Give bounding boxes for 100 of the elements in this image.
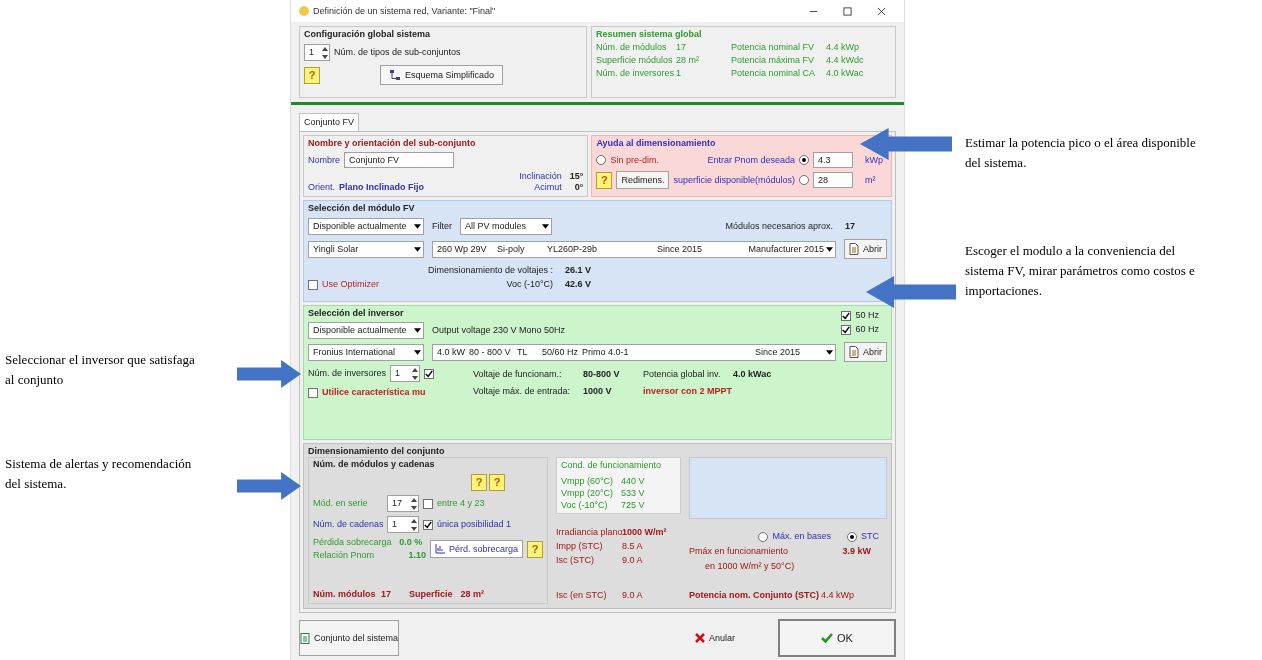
- diagram-icon: [389, 69, 401, 81]
- summary-label: Potencia nominal CA: [731, 68, 817, 79]
- pmax-value: 3.9 kW: [842, 546, 871, 557]
- checkbox[interactable]: [423, 519, 433, 530]
- summary-label: Potencia nominal FV: [731, 42, 816, 53]
- section-title: Nombre y orientación del sub-conjunto: [308, 138, 477, 149]
- help-button[interactable]: ?: [596, 171, 613, 189]
- summary-label: Núm. de módulos: [596, 42, 668, 53]
- radio-button[interactable]: [596, 155, 607, 165]
- summary-value: 17: [676, 42, 687, 53]
- field-label: Voc (-10°C): [561, 500, 609, 511]
- series-spinner[interactable]: 17: [387, 495, 419, 512]
- inverter-count-spinner[interactable]: 1: [390, 365, 421, 382]
- resize-button[interactable]: Redimens.: [616, 171, 670, 189]
- summary-value: 4.0 kWac: [826, 68, 865, 79]
- arrow-icon: [237, 360, 301, 388]
- cross-icon: [695, 633, 705, 643]
- field-label: Voltaje máx. de entrada:: [473, 386, 572, 398]
- field-label: Núm. de tipos de sub-conjuntos: [334, 47, 461, 58]
- radio-button[interactable]: [799, 155, 809, 165]
- radio-button[interactable]: [847, 531, 857, 542]
- document-icon: [849, 346, 859, 358]
- caret-icon: [414, 224, 421, 229]
- option-label: Utilice característica mu: [322, 387, 426, 398]
- overload-value: 0.0 %: [399, 537, 424, 548]
- modules-value: 17: [381, 589, 392, 600]
- field-label: Núm. de inversores: [308, 368, 387, 379]
- field-label: Filter: [432, 221, 452, 232]
- power-field[interactable]: 4.3: [813, 152, 853, 168]
- checkmark-icon: [821, 633, 834, 643]
- frequency-label: 50 Hz: [855, 310, 879, 321]
- output-voltage-text: Output voltage 230 V Mono 50Hz: [432, 325, 566, 336]
- strings-spinner[interactable]: 1: [387, 516, 419, 533]
- radio-button[interactable]: [758, 531, 769, 542]
- area-field[interactable]: 28: [813, 172, 853, 188]
- frequency-label: 60 Hz: [855, 324, 879, 335]
- field-label: Núm. de cadenas: [313, 519, 383, 530]
- help-button[interactable]: ?: [489, 474, 505, 491]
- orientation-value: Plano Inclinado Fijo: [339, 182, 425, 193]
- clipboard-icon: [300, 632, 310, 644]
- checkbox[interactable]: [841, 310, 852, 321]
- caret-icon: [414, 246, 421, 252]
- chart-icon: [434, 544, 445, 554]
- annotation-text: Seleccionar el inversor que satisfaga al conjunto: [5, 351, 196, 389]
- radio-button[interactable]: [799, 175, 809, 185]
- help-button[interactable]: ?: [304, 66, 320, 84]
- caret-icon: [826, 349, 833, 355]
- summary-value: 28 m²: [676, 55, 700, 66]
- overload-button[interactable]: Pérd. sobrecarga: [429, 540, 523, 558]
- availability-dropdown[interactable]: Disponible actualmente: [308, 322, 424, 339]
- option-label: Use Optimizer: [322, 279, 379, 290]
- section-title: Ayuda al dimensionamiento: [596, 138, 717, 149]
- field-label: Nombre: [308, 154, 340, 166]
- option-label: superficie disponible(módulos): [673, 174, 795, 186]
- checkbox[interactable]: [308, 279, 318, 290]
- summary-label: Potencia máxima FV: [731, 55, 816, 66]
- filter-dropdown[interactable]: All PV modules: [460, 218, 552, 235]
- checkbox[interactable]: [423, 498, 433, 509]
- irradiance-value: 1000 W/m²: [622, 527, 668, 538]
- window-title: Definición de un sistema red, Variante: "Final": [313, 5, 496, 17]
- checkbox[interactable]: [308, 387, 318, 398]
- annotation-text: Estimar la potencia pico o el área disponible del sistema.: [965, 134, 1197, 172]
- summary-value: 4.4 kWdc: [826, 55, 865, 66]
- field-label: Potencia nom. Conjunto (STC): [689, 590, 819, 601]
- field-label: Vmpp (60°C): [561, 476, 615, 487]
- option-label: Máx. en bases: [772, 531, 831, 542]
- option-label: Entrar Pnom deseada: [707, 154, 795, 166]
- caret-icon: [414, 328, 421, 333]
- field-label: Pmáx en funcionamiento: [689, 546, 789, 557]
- field-label: Núm. módulos: [313, 589, 373, 600]
- cancel-button[interactable]: Anular: [660, 620, 770, 656]
- condition-value: 440 V: [621, 476, 646, 487]
- availability-dropdown[interactable]: Disponible actualmente: [308, 218, 424, 235]
- azimuth-value: 0°: [573, 182, 584, 193]
- field-label: Dimensionamiento de voltajes :: [428, 265, 554, 276]
- stat-value: 80-800 V: [583, 369, 621, 381]
- manufacturer-dropdown[interactable]: Yingli Solar: [308, 240, 424, 258]
- help-button[interactable]: ?: [527, 540, 543, 558]
- help-button[interactable]: ?: [471, 474, 487, 491]
- name-field[interactable]: Conjunto FV: [344, 152, 454, 168]
- ok-button[interactable]: OK: [778, 619, 896, 657]
- annotation-text: Sistema de alertas y recomendación del sistema.: [5, 455, 193, 493]
- checkbox[interactable]: [424, 368, 435, 379]
- field-label: Voltaje de funcionam.:: [473, 369, 563, 381]
- scheme-button[interactable]: Esquema Simplificado: [380, 65, 504, 85]
- model-dropdown[interactable]: 4.0 kW 80 - 800 V TL 50/60 Hz Primo 4.0-1 Since 2015: [432, 343, 836, 361]
- model-dropdown[interactable]: 260 Wp 29V Si-poly YL260P-29b Since 2015 Manufacturer 2015: [432, 240, 836, 258]
- manufacturer-dropdown[interactable]: Fronius International: [308, 343, 424, 361]
- system-button[interactable]: Conjunto del sistema: [299, 620, 399, 656]
- tab[interactable]: Conjunto FV: [299, 113, 360, 131]
- field-label: Potencia global inv.: [643, 369, 722, 381]
- open-button[interactable]: Abrir: [844, 239, 887, 259]
- condition-value: 725 V: [621, 500, 646, 511]
- summary-value: 4.4 kWp: [826, 42, 860, 53]
- voltage-value: 26.1 V: [565, 265, 592, 276]
- open-button[interactable]: Abrir: [844, 342, 887, 362]
- count-spinner[interactable]: 1: [304, 44, 330, 61]
- checkbox[interactable]: [841, 324, 852, 335]
- option-label: Sin pre-dim.: [610, 154, 659, 166]
- document-icon: [849, 243, 859, 255]
